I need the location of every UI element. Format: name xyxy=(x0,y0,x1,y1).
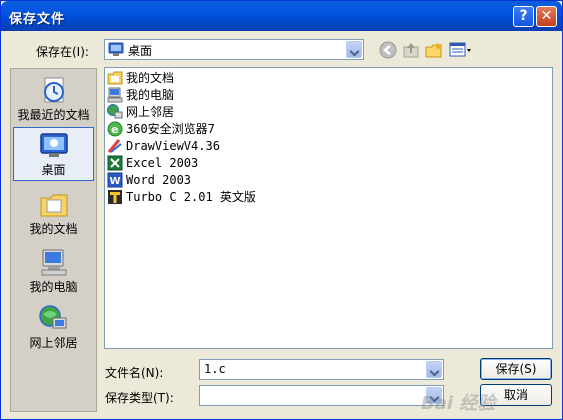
place-label: 桌面 xyxy=(41,163,66,177)
list-item[interactable]: 网上邻居 xyxy=(107,103,174,120)
close-button[interactable]: ✕ xyxy=(536,6,557,27)
save-in-value: 桌面 xyxy=(128,44,153,58)
list-item[interactable]: Excel 2003 xyxy=(107,154,198,171)
place-recent-documents[interactable]: 我最近的文档 xyxy=(13,73,94,127)
places-bar: 我最近的文档 桌面 我的文档 我的电脑 网上邻居 xyxy=(10,68,97,412)
chevron-down-icon[interactable] xyxy=(346,41,362,58)
file-name: 网上邻居 xyxy=(126,105,175,119)
place-network-places[interactable]: 网上邻居 xyxy=(13,301,94,355)
file-name: DrawViewV4.36 xyxy=(126,138,220,153)
file-name: 我的电脑 xyxy=(126,88,175,102)
recent-documents-icon xyxy=(39,76,69,104)
chevron-down-icon[interactable] xyxy=(426,361,442,378)
title-bar: 保存文件 ? ✕ xyxy=(1,1,562,31)
chevron-down-icon[interactable] xyxy=(426,387,442,404)
file-name: 360安全浏览器7 xyxy=(126,122,215,136)
new-folder-icon[interactable] xyxy=(425,41,443,59)
place-label: 我的电脑 xyxy=(29,280,78,294)
folder-icon xyxy=(107,70,123,86)
svg-text:e: e xyxy=(111,123,118,136)
network-icon xyxy=(107,103,123,120)
turbo-c-icon xyxy=(107,189,123,205)
list-item[interactable]: 我的电脑 xyxy=(107,86,174,103)
my-documents-folder-icon xyxy=(39,190,69,218)
filename-value: 1.c xyxy=(204,362,226,376)
file-name: Turbo C 2.01 英文版 xyxy=(126,190,256,204)
window-title: 保存文件 xyxy=(9,12,66,27)
computer-icon xyxy=(107,87,123,103)
back-icon[interactable] xyxy=(379,41,397,59)
network-places-icon xyxy=(38,304,69,332)
cancel-button[interactable]: 取消 xyxy=(480,384,552,406)
save-in-dropdown[interactable]: 桌面 xyxy=(104,39,364,60)
list-item[interactable]: 我的文档 xyxy=(107,69,174,86)
desktop-icon xyxy=(39,131,69,159)
drawview-icon xyxy=(107,138,123,154)
svg-text:W: W xyxy=(110,176,121,187)
up-folder-icon[interactable] xyxy=(402,41,420,59)
filename-field[interactable]: 1.c xyxy=(199,359,444,380)
place-desktop[interactable]: 桌面 xyxy=(13,127,94,181)
desktop-icon xyxy=(108,42,124,56)
filename-label: 文件名(N): xyxy=(105,366,164,380)
word-icon: W xyxy=(107,172,123,188)
place-label: 我的文档 xyxy=(29,222,78,236)
save-in-label: 保存在(I): xyxy=(36,45,89,59)
file-name: 我的文档 xyxy=(126,71,175,85)
view-menu-icon[interactable] xyxy=(449,41,473,59)
browser-icon: e xyxy=(107,121,123,137)
my-computer-icon xyxy=(39,248,69,276)
place-label: 网上邻居 xyxy=(29,336,78,350)
file-name: Excel 2003 xyxy=(126,155,199,170)
place-my-documents[interactable]: 我的文档 xyxy=(13,187,94,241)
help-button[interactable]: ? xyxy=(513,6,534,27)
excel-icon xyxy=(107,155,123,171)
list-item[interactable]: W Word 2003 xyxy=(107,171,191,188)
filetype-dropdown[interactable] xyxy=(199,385,444,406)
file-list[interactable]: 我的文档 我的电脑 网上邻居 e 360安全浏览器7 DrawViewV4.36… xyxy=(104,67,553,349)
list-item[interactable]: e 360安全浏览器7 xyxy=(107,120,215,137)
save-file-dialog: 保存文件 ? ✕ 保存在(I): 桌面 我最近的文档 桌面 我的文档 我的电脑 … xyxy=(0,0,563,420)
file-name: Word 2003 xyxy=(126,172,192,187)
list-item[interactable]: DrawViewV4.36 xyxy=(107,137,220,154)
place-my-computer[interactable]: 我的电脑 xyxy=(13,245,94,299)
filetype-label: 保存类型(T): xyxy=(105,391,174,405)
save-button[interactable]: 保存(S) xyxy=(480,358,552,380)
place-label: 我最近的文档 xyxy=(17,108,90,122)
list-item[interactable]: Turbo C 2.01 英文版 xyxy=(107,188,256,205)
